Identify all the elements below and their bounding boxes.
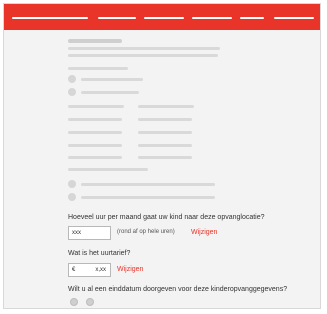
rate-input-value: x,xx [95, 267, 106, 273]
placeholder-line [68, 67, 128, 70]
placeholder-line [68, 118, 122, 121]
nav-item-3[interactable] [144, 17, 184, 19]
nav-item-5[interactable] [240, 17, 264, 19]
currency-symbol: € [72, 267, 76, 273]
placeholder-line [81, 91, 139, 94]
placeholder-heading [68, 39, 122, 43]
placeholder-radio [68, 75, 76, 83]
main-content: Hoeveel uur per maand gaat uw kind naar … [4, 30, 320, 308]
hours-question-label: Hoeveel uur per maand gaat uw kind naar … [68, 214, 265, 221]
placeholder-line [81, 196, 215, 199]
rate-change-link[interactable]: Wijzigen [117, 265, 143, 274]
top-navigation-bar [4, 4, 320, 30]
placeholder-line [138, 131, 192, 134]
placeholder-line [138, 144, 192, 147]
hours-change-link[interactable]: Wijzigen [191, 228, 217, 237]
placeholder-line [68, 105, 124, 108]
end-date-radio-no[interactable] [86, 298, 94, 306]
placeholder-line [81, 78, 143, 81]
end-date-radio-yes[interactable] [70, 298, 78, 306]
placeholder-line [138, 118, 192, 121]
placeholder-line [68, 156, 122, 159]
placeholder-radio [68, 180, 76, 188]
placeholder-line [138, 156, 192, 159]
placeholder-line [138, 105, 194, 108]
rate-question-label: Wat is het uurtarief? [68, 250, 131, 257]
placeholder-line [68, 54, 218, 57]
placeholder-radio [68, 88, 76, 96]
placeholder-line [68, 144, 122, 147]
rate-input[interactable]: € x,xx [68, 263, 111, 277]
nav-item-6[interactable] [274, 17, 314, 19]
hours-input[interactable]: xxx [68, 226, 111, 240]
nav-item-4[interactable] [192, 17, 232, 19]
placeholder-line [68, 168, 148, 171]
page-frame: Hoeveel uur per maand gaat uw kind naar … [3, 3, 321, 309]
hours-hint: (rond af op hele uren) [117, 229, 175, 235]
placeholder-line [68, 47, 220, 50]
nav-item-1[interactable] [12, 17, 88, 19]
placeholder-line [81, 183, 215, 186]
nav-item-2[interactable] [98, 17, 136, 19]
end-date-question-label: Wilt u al een einddatum doorgeven voor d… [68, 286, 288, 293]
placeholder-line [68, 131, 122, 134]
placeholder-radio [68, 193, 76, 201]
